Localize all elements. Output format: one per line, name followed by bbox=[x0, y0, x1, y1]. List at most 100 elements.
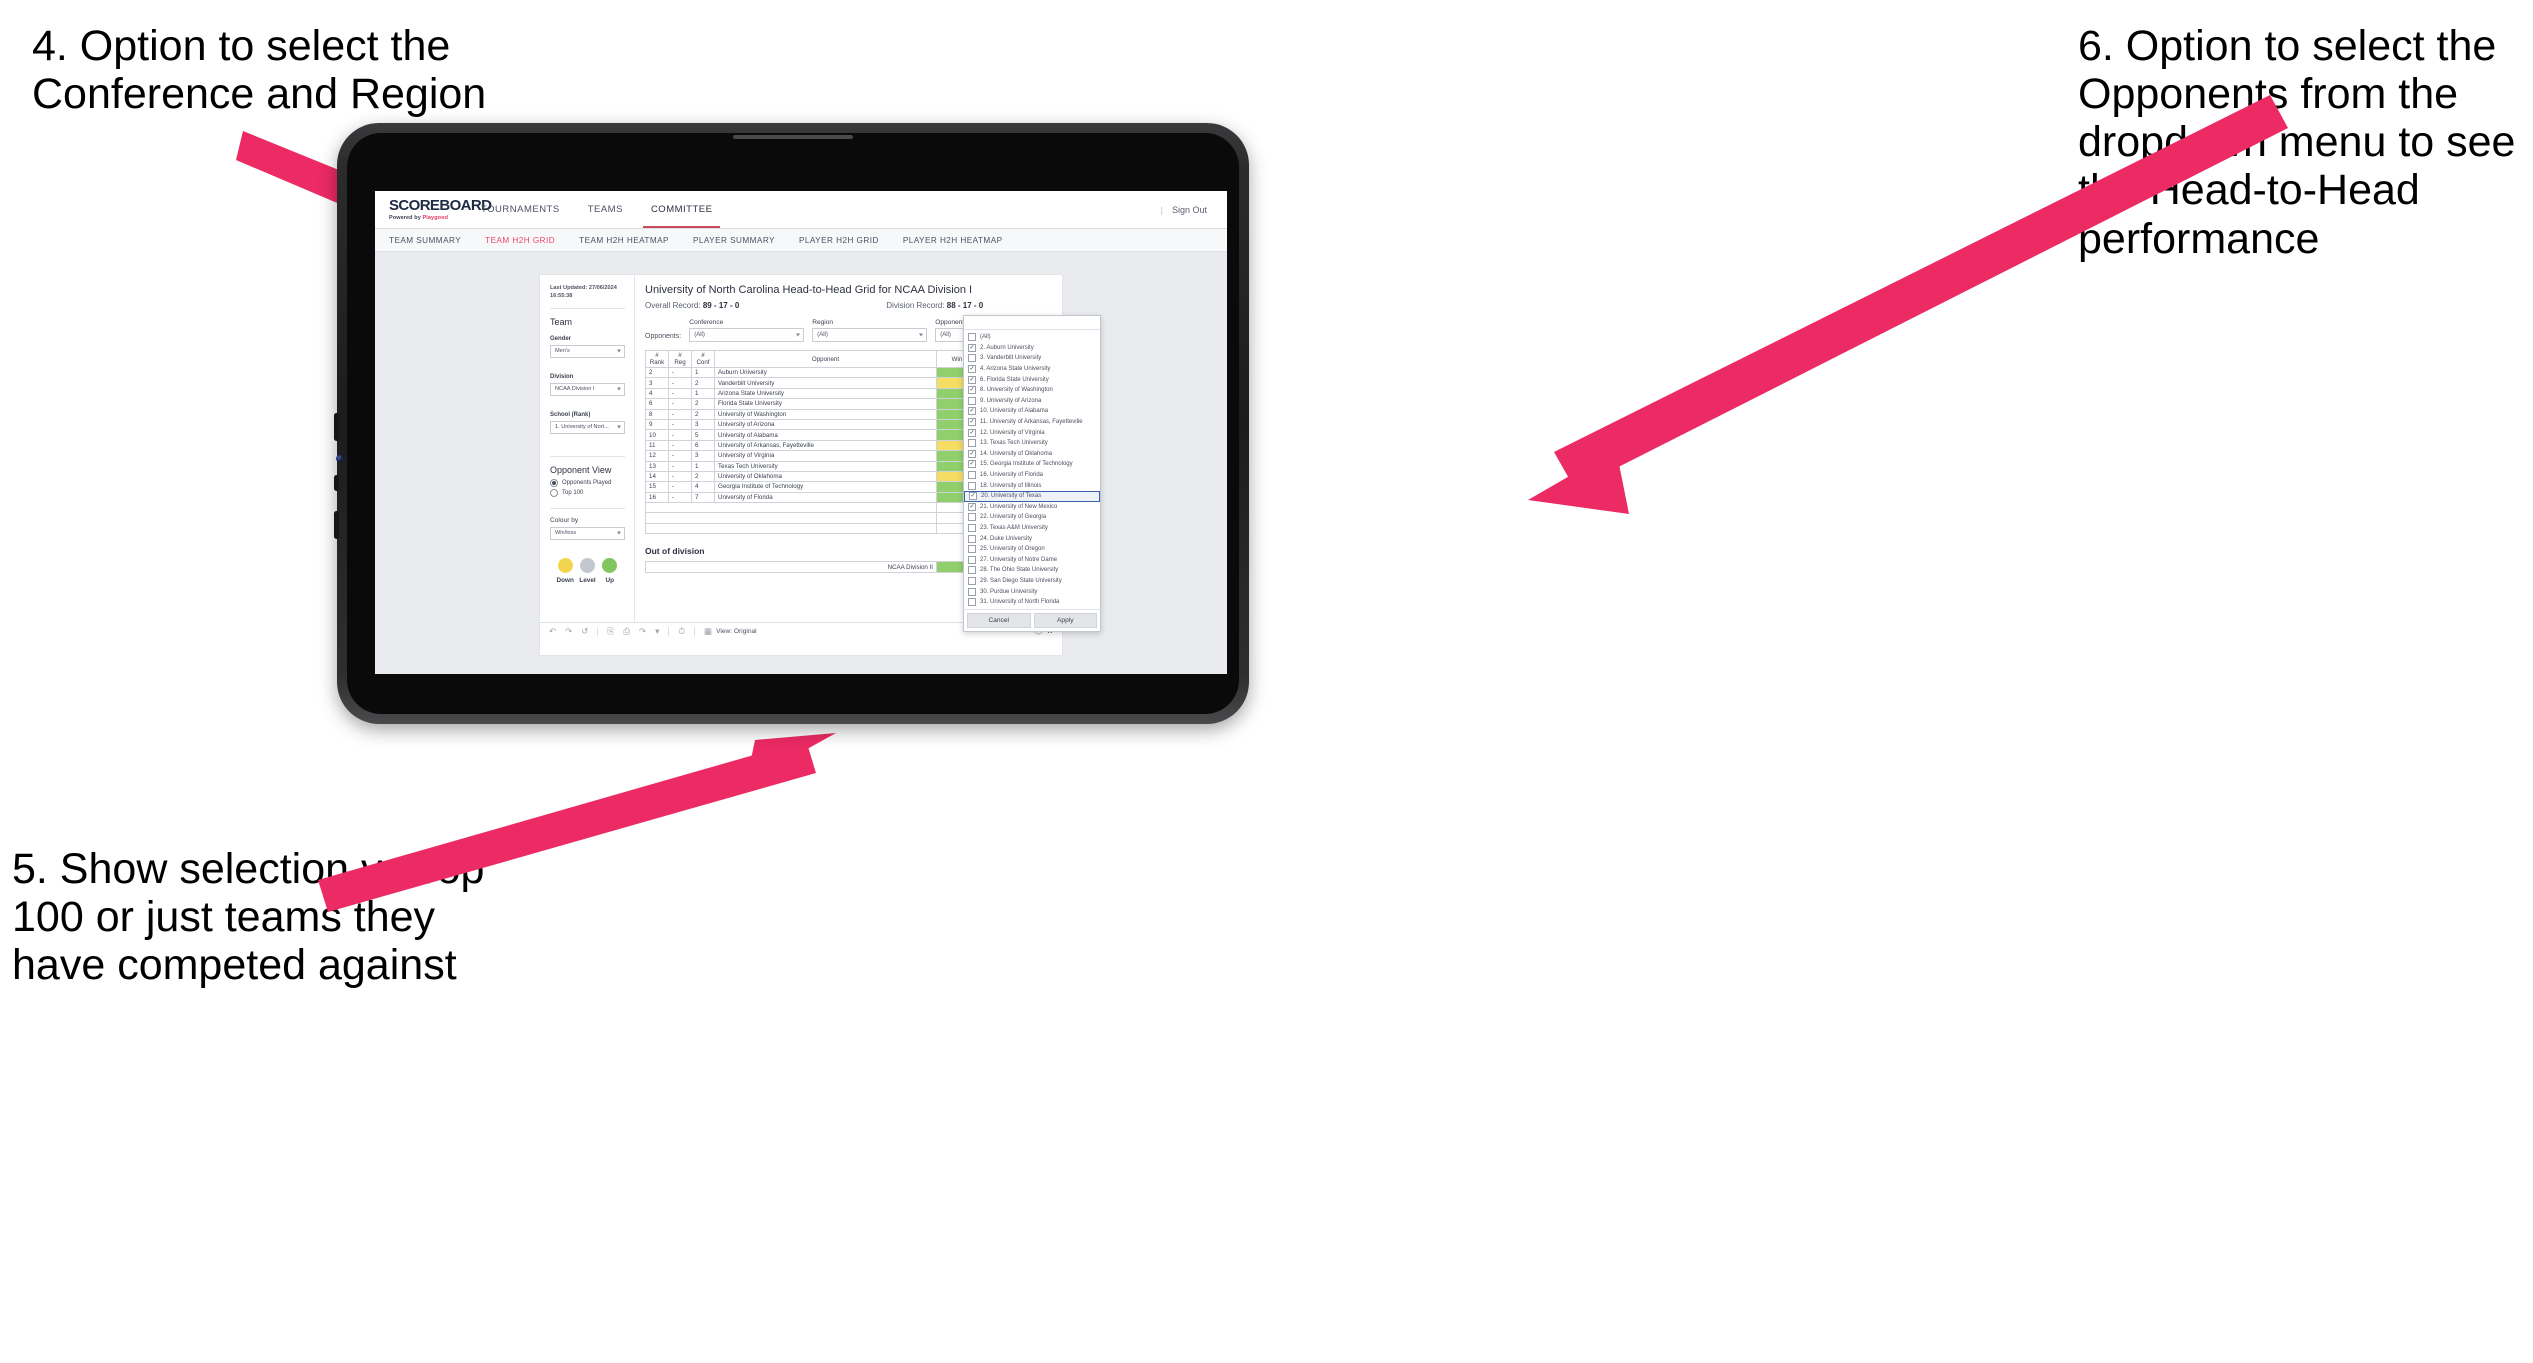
refresh-icon[interactable]: ⎘ bbox=[607, 627, 614, 636]
pause-icon[interactable]: ⎙ bbox=[623, 627, 630, 636]
checkbox-checked-icon[interactable]: ✓ bbox=[968, 375, 976, 384]
checkbox-checked-icon[interactable]: ✓ bbox=[968, 502, 976, 511]
dropdown-option[interactable]: 29. San Diego State University bbox=[964, 576, 1100, 587]
dropdown-option-label: 21. University of New Mexico bbox=[980, 503, 1058, 510]
clock-icon[interactable]: ⏱ bbox=[678, 627, 685, 636]
checkbox-checked-icon[interactable]: ✓ bbox=[968, 449, 976, 458]
brand-logo[interactable]: SCOREBOARD Powered by Playgood bbox=[375, 198, 492, 221]
dropdown-option[interactable]: (All) bbox=[964, 332, 1100, 343]
checkbox-checked-icon[interactable]: ✓ bbox=[968, 343, 976, 352]
checkbox-unchecked-icon[interactable] bbox=[968, 587, 976, 596]
checkbox-unchecked-icon[interactable] bbox=[968, 481, 976, 490]
dropdown-option[interactable]: 27. University of Notre Dame bbox=[964, 554, 1100, 565]
share-icon[interactable]: ↷ bbox=[639, 627, 646, 636]
dropdown-option[interactable]: 18. University of Illinois bbox=[964, 480, 1100, 491]
subnav-team-h2h-heatmap[interactable]: TEAM H2H HEATMAP bbox=[567, 236, 681, 245]
col-conf[interactable]: # Conf bbox=[691, 350, 715, 368]
col-rank[interactable]: # Rank bbox=[645, 350, 669, 368]
dropdown-option[interactable]: ✓ 20. University of Texas bbox=[964, 490, 1100, 502]
cell-conf: 7 bbox=[691, 491, 715, 504]
dropdown-option[interactable]: 16. University of Florida bbox=[964, 470, 1100, 481]
radio-top-100[interactable]: Top 100 bbox=[550, 488, 625, 497]
subnav-player-h2h-heatmap[interactable]: PLAYER H2H HEATMAP bbox=[891, 236, 1015, 245]
dropdown-option[interactable]: 22. University of Georgia bbox=[964, 512, 1100, 523]
school-select[interactable]: 1. University of Nort... bbox=[550, 420, 625, 434]
filler-cell bbox=[645, 502, 937, 514]
division-select[interactable]: NCAA Division I bbox=[550, 382, 625, 396]
dropdown-option[interactable]: 23. Texas A&M University bbox=[964, 523, 1100, 534]
subnav-player-h2h-grid[interactable]: PLAYER H2H GRID bbox=[787, 236, 891, 245]
signout-link[interactable]: Sign Out bbox=[1172, 205, 1207, 215]
view-original-button[interactable]: ▦ View: Original bbox=[704, 627, 757, 636]
cell-rank: 6 bbox=[645, 398, 669, 410]
dropdown-option[interactable]: 13. Texas Tech University bbox=[964, 438, 1100, 449]
checkbox-unchecked-icon[interactable] bbox=[968, 439, 976, 448]
checkbox-unchecked-icon[interactable] bbox=[968, 333, 976, 342]
opponent-dropdown-search[interactable] bbox=[964, 316, 1100, 330]
checkbox-checked-icon[interactable]: ✓ bbox=[968, 365, 976, 374]
checkbox-checked-icon[interactable]: ✓ bbox=[968, 460, 976, 469]
radio-opponents-played[interactable]: Opponents Played bbox=[550, 478, 625, 487]
checkbox-unchecked-icon[interactable] bbox=[968, 545, 976, 554]
dropdown-option[interactable]: ✓ 11. University of Arkansas, Fayettevill… bbox=[964, 417, 1100, 428]
dropdown-option[interactable]: 9. University of Arizona bbox=[964, 396, 1100, 407]
dropdown-option[interactable]: ✓ 4. Arizona State University bbox=[964, 364, 1100, 375]
opponent-dropdown-footer: Cancel Apply bbox=[964, 609, 1100, 632]
revert-icon[interactable]: ↺ bbox=[581, 627, 588, 636]
dropdown-option[interactable]: 24. Duke University bbox=[964, 533, 1100, 544]
checkbox-checked-icon[interactable]: ✓ bbox=[969, 492, 977, 501]
dropdown-option[interactable]: 28. The Ohio State University bbox=[964, 565, 1100, 576]
checkbox-unchecked-icon[interactable] bbox=[968, 534, 976, 543]
redo-icon[interactable]: ↷ bbox=[565, 627, 572, 636]
opponent-dropdown-panel: (All) ✓ 2. Auburn University 3. Vanderbilt … bbox=[963, 315, 1101, 633]
gender-select[interactable]: Men's bbox=[550, 344, 625, 358]
checkbox-unchecked-icon[interactable] bbox=[968, 471, 976, 480]
subnav-player-summary[interactable]: PLAYER SUMMARY bbox=[681, 236, 787, 245]
dropdown-option-label: 12. University of Virginia bbox=[980, 429, 1045, 436]
dropdown-option[interactable]: 30. Purdue University bbox=[964, 586, 1100, 597]
checkbox-checked-icon[interactable]: ✓ bbox=[968, 386, 976, 395]
dropdown-option[interactable]: 3. Vanderbilt University bbox=[964, 353, 1100, 364]
nav-teams[interactable]: TEAMS bbox=[574, 191, 637, 228]
dropdown-option[interactable]: ✓ 14. University of Oklahoma bbox=[964, 449, 1100, 460]
checkbox-unchecked-icon[interactable] bbox=[968, 396, 976, 405]
conference-select[interactable]: (All) bbox=[689, 328, 805, 342]
checkbox-unchecked-icon[interactable] bbox=[968, 555, 976, 564]
checkbox-unchecked-icon[interactable] bbox=[968, 598, 976, 607]
cancel-button[interactable]: Cancel bbox=[967, 613, 1031, 629]
checkbox-checked-icon[interactable]: ✓ bbox=[968, 428, 976, 437]
checkbox-checked-icon[interactable]: ✓ bbox=[968, 418, 976, 427]
dropdown-option[interactable]: 25. University of Oregon bbox=[964, 544, 1100, 555]
dropdown-option[interactable]: ✓ 12. University of Virginia bbox=[964, 427, 1100, 438]
dropdown-option[interactable]: ✓ 15. Georgia Institute of Technology bbox=[964, 459, 1100, 470]
dropdown-option[interactable]: ✓ 21. University of New Mexico bbox=[964, 502, 1100, 513]
dropdown-option[interactable]: 31. University of North Florida bbox=[964, 597, 1100, 608]
checkbox-unchecked-icon[interactable] bbox=[968, 513, 976, 522]
chevron-down-icon[interactable]: ▾ bbox=[655, 627, 659, 636]
col-reg[interactable]: # Reg bbox=[668, 350, 692, 368]
undo-icon[interactable]: ↶ bbox=[549, 627, 556, 636]
dropdown-option[interactable]: ✓ 6. Florida State University bbox=[964, 374, 1100, 385]
chevron-down-icon bbox=[617, 349, 621, 353]
checkbox-unchecked-icon[interactable] bbox=[968, 576, 976, 585]
cell-reg: - bbox=[668, 418, 692, 431]
checkbox-checked-icon[interactable]: ✓ bbox=[968, 407, 976, 416]
checkbox-unchecked-icon[interactable] bbox=[968, 354, 976, 363]
col-opponent[interactable]: Opponent bbox=[714, 350, 937, 368]
nav-committee[interactable]: COMMITTEE bbox=[637, 191, 727, 228]
region-select[interactable]: (All) bbox=[812, 328, 928, 342]
legend-item-down: Down bbox=[554, 557, 576, 584]
checkbox-unchecked-icon[interactable] bbox=[968, 566, 976, 575]
dropdown-option[interactable]: ✓ 8. University of Washington bbox=[964, 385, 1100, 396]
tablet-power-button[interactable] bbox=[334, 511, 339, 539]
subnav-team-summary[interactable]: TEAM SUMMARY bbox=[375, 236, 473, 245]
dropdown-option[interactable]: ✓ 2. Auburn University bbox=[964, 343, 1100, 354]
tablet-volume-down-button[interactable] bbox=[334, 475, 339, 491]
subnav-team-h2h-grid[interactable]: TEAM H2H GRID bbox=[473, 236, 567, 245]
tablet-volume-up-button[interactable] bbox=[334, 413, 339, 441]
apply-button[interactable]: Apply bbox=[1033, 613, 1097, 629]
nav-tournaments[interactable]: TOURNAMENTS bbox=[467, 191, 574, 228]
dropdown-option[interactable]: ✓ 10. University of Alabama bbox=[964, 406, 1100, 417]
checkbox-unchecked-icon[interactable] bbox=[968, 523, 976, 532]
colour-by-select[interactable]: Win/loss bbox=[550, 526, 625, 540]
